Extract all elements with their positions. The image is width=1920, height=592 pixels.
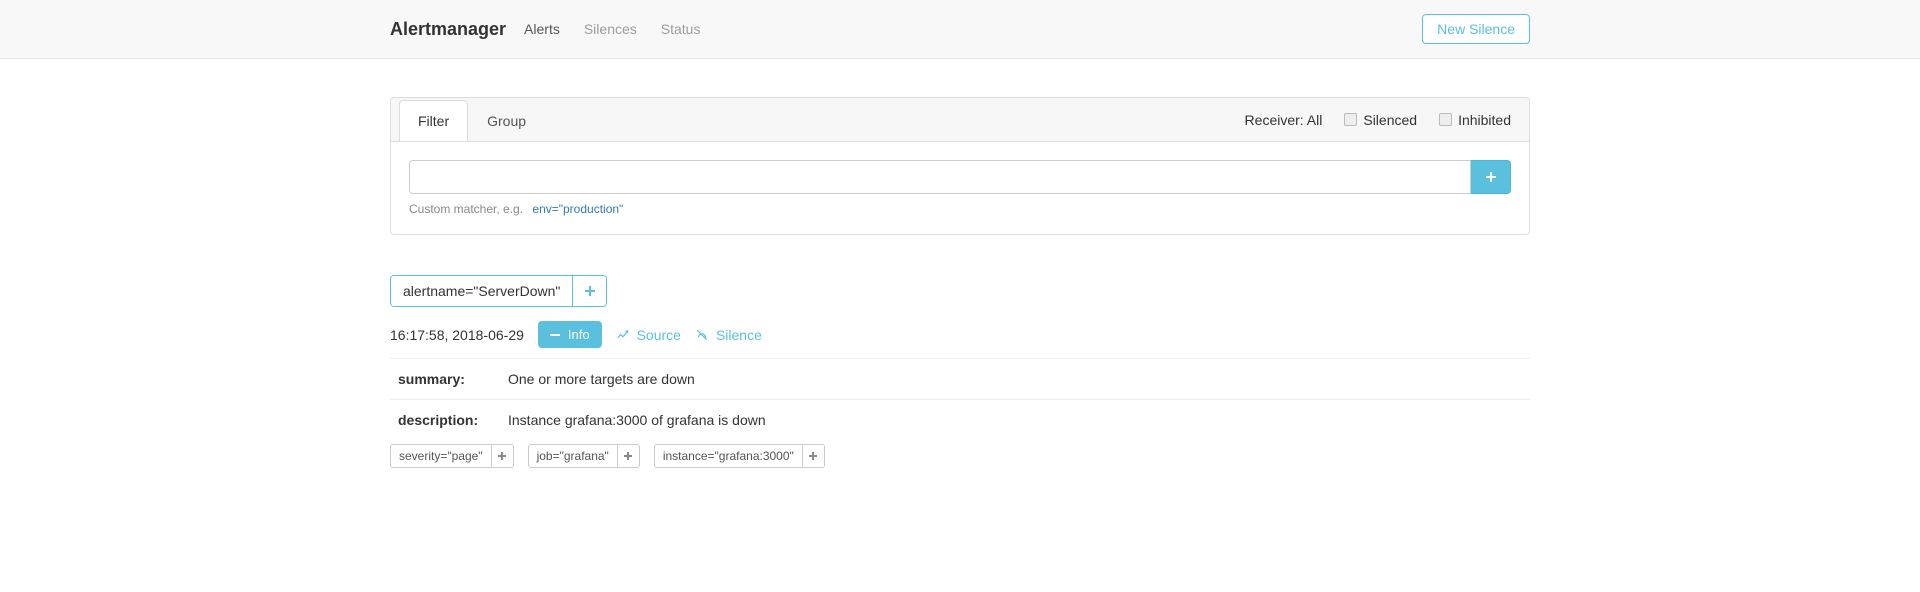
nav-link-alerts[interactable]: Alerts: [524, 21, 560, 37]
annotation-row: description: Instance grafana:3000 of gr…: [390, 400, 1530, 440]
add-label-button[interactable]: [491, 445, 513, 467]
silenced-checkbox-label: Silenced: [1363, 112, 1417, 128]
labels-row: severity="page" job="grafana" instance="…: [390, 444, 1530, 468]
silenced-checkbox[interactable]: Silenced: [1344, 112, 1417, 128]
annotation-value: Instance grafana:3000 of grafana is down: [508, 412, 766, 428]
plus-icon: [1485, 171, 1497, 183]
add-label-button[interactable]: [617, 445, 639, 467]
silence-link-label: Silence: [716, 327, 762, 343]
nav-link-status[interactable]: Status: [661, 21, 701, 37]
inhibited-checkbox-label: Inhibited: [1458, 112, 1511, 128]
info-button-label: Info: [568, 327, 590, 342]
nav-link-silences[interactable]: Silences: [584, 21, 637, 37]
add-label-button[interactable]: [802, 445, 824, 467]
plus-icon: [809, 452, 817, 460]
bell-off-icon: [695, 328, 709, 342]
checkbox-icon: [1439, 113, 1452, 126]
add-group-button[interactable]: [572, 276, 606, 306]
new-silence-button[interactable]: New Silence: [1422, 14, 1530, 44]
filter-panel: Filter Group Receiver: All Silenced Inhi…: [390, 97, 1530, 235]
alert-header: 16:17:58, 2018-06-29 Info Source Silence: [390, 321, 1530, 359]
source-link-label: Source: [637, 327, 681, 343]
alert-timestamp: 16:17:58, 2018-06-29: [390, 327, 524, 343]
silence-link[interactable]: Silence: [695, 327, 762, 343]
receiver-label: Receiver: All: [1245, 112, 1323, 128]
matcher-hint: Custom matcher, e.g. env="production": [409, 202, 1511, 216]
add-filter-button[interactable]: [1471, 160, 1511, 194]
plus-icon: [498, 452, 506, 460]
checkbox-icon: [1344, 113, 1357, 126]
label-tag-text: job="grafana": [529, 445, 617, 467]
chart-icon: [616, 328, 630, 342]
label-tag-text: severity="page": [391, 445, 491, 467]
label-tag: instance="grafana:3000": [654, 444, 825, 468]
annotation-key: description:: [398, 412, 508, 428]
minus-icon: [550, 334, 560, 336]
annotation-key: summary:: [398, 371, 508, 387]
label-tag-text: instance="grafana:3000": [655, 445, 802, 467]
group-tag-label: alertname="ServerDown": [391, 276, 572, 306]
annotation-value: One or more targets are down: [508, 371, 695, 387]
label-tag: severity="page": [390, 444, 514, 468]
brand: Alertmanager: [390, 19, 506, 40]
inhibited-checkbox[interactable]: Inhibited: [1439, 112, 1511, 128]
filter-input[interactable]: [409, 160, 1471, 194]
group-tag: alertname="ServerDown": [390, 275, 607, 307]
annotation-row: summary: One or more targets are down: [390, 359, 1530, 400]
tab-filter[interactable]: Filter: [399, 100, 468, 141]
navbar: Alertmanager Alerts Silences Status New …: [0, 0, 1920, 59]
label-tag: job="grafana": [528, 444, 640, 468]
matcher-example-link[interactable]: env="production": [532, 202, 623, 216]
tab-group[interactable]: Group: [468, 100, 545, 141]
annotations: summary: One or more targets are down de…: [390, 359, 1530, 440]
plus-icon: [585, 286, 595, 296]
source-link[interactable]: Source: [616, 327, 681, 343]
plus-icon: [624, 452, 632, 460]
info-button[interactable]: Info: [538, 321, 602, 348]
